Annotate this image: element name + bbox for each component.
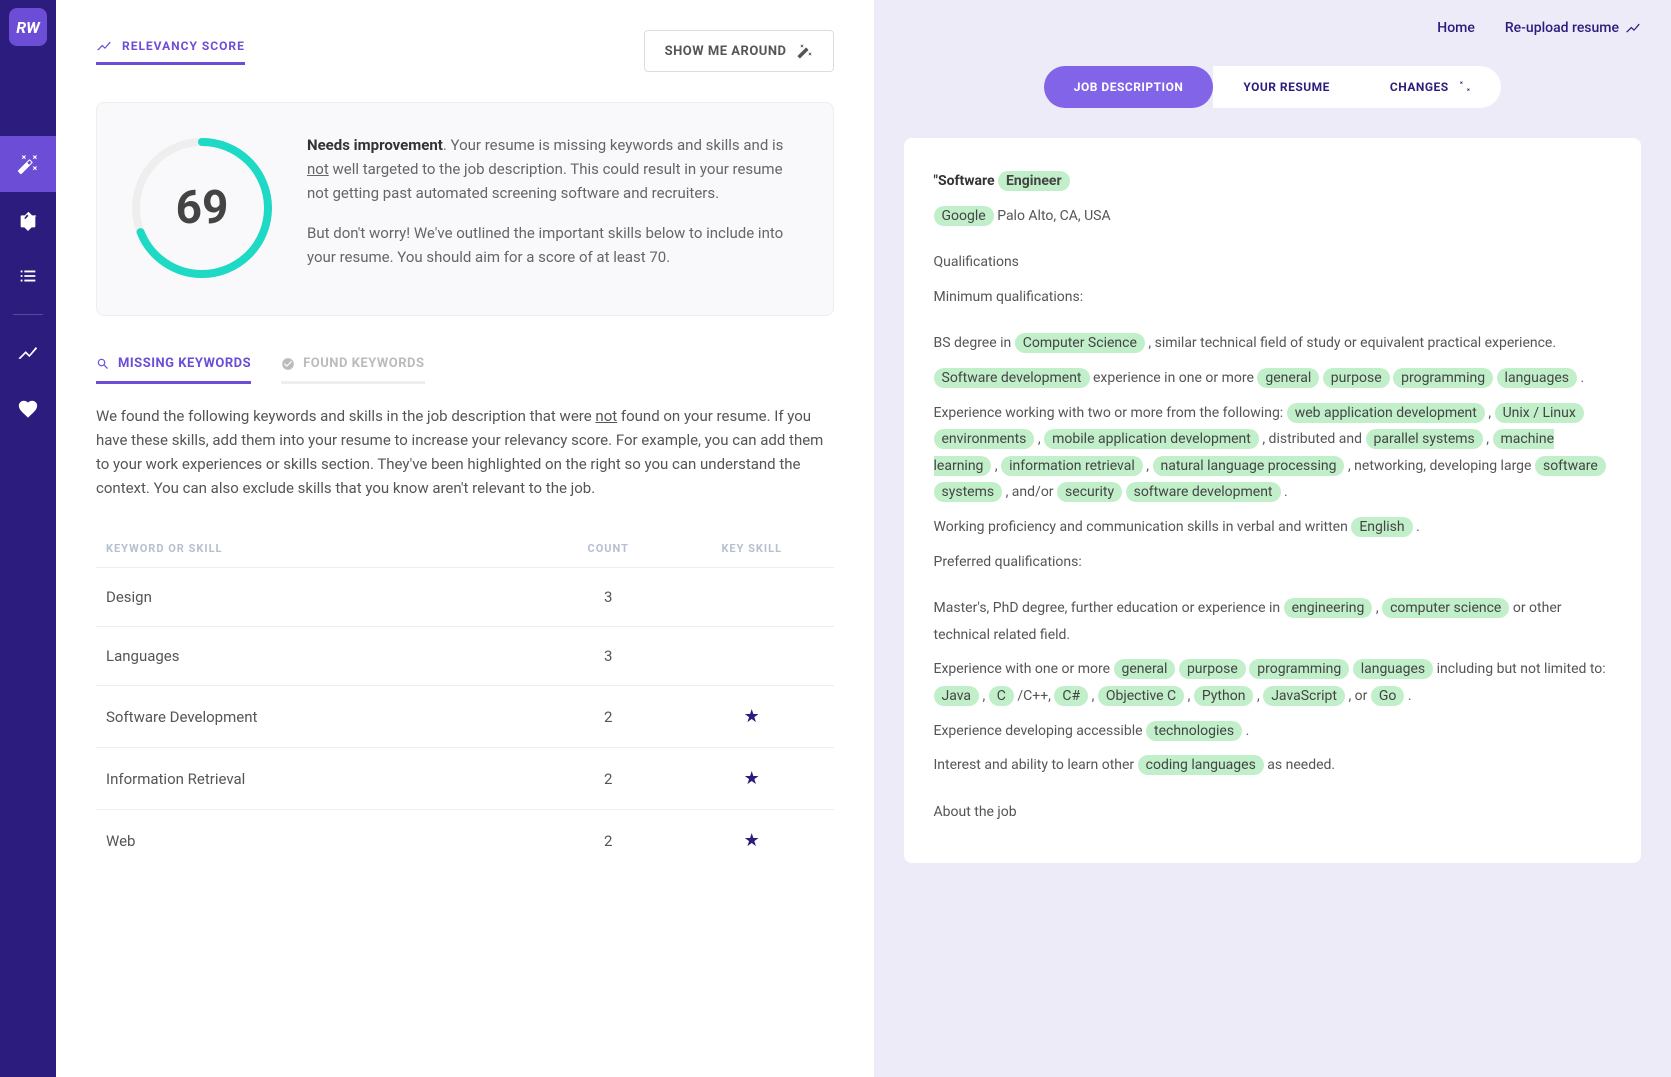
table-row[interactable]: Design3 [96,567,834,626]
reupload-link[interactable]: Re-upload resume [1505,20,1641,36]
search-icon [96,357,110,371]
show-me-around-button[interactable]: SHOW ME AROUND [644,30,834,72]
keyword-cell: Information Retrieval [106,770,537,788]
chart-up-icon [1625,20,1641,36]
jd-location: Google Palo Alto, CA, USA [934,203,1612,230]
jd-work-line: Experience working with two or more from… [934,400,1612,506]
score-card: 69 Needs improvement. Your resume is mis… [96,102,834,316]
key-skill-cell: ★ [680,830,824,851]
table-row[interactable]: Languages3 [96,626,834,685]
section-title-text: RELEVANCY SCORE [122,39,245,53]
jd-pref-quals-label: Preferred qualifications: [934,549,1612,576]
sidebar-item-handshake[interactable] [0,192,56,248]
sidebar: RW [0,0,56,1077]
pill-tab-jd[interactable]: JOB DESCRIPTION [1044,66,1214,108]
sidebar-item-chart[interactable] [0,325,56,381]
keyword-cell: Web [106,832,537,850]
wand-icon [797,43,813,59]
right-panel: Home Re-upload resume JOB DESCRIPTION YO… [874,0,1671,1077]
chart-icon [17,342,39,364]
pill-tabs: JOB DESCRIPTION YOUR RESUME CHANGES [904,66,1642,108]
left-header: RELEVANCY SCORE SHOW ME AROUND [96,30,834,72]
heart-icon [17,398,39,420]
check-circle-icon [281,357,295,371]
count-cell: 3 [537,588,681,606]
count-cell: 2 [537,770,681,788]
jd-learn-line: Interest and ability to learn other codi… [934,752,1612,779]
wand-icon [17,153,39,175]
header-count: COUNT [537,542,681,555]
jd-masters-line: Master's, PhD degree, further education … [934,595,1612,648]
sidebar-item-wand[interactable] [0,136,56,192]
left-panel: RELEVANCY SCORE SHOW ME AROUND 69 Needs … [56,0,874,1077]
key-skill-cell: ★ [680,768,824,789]
keywords-table: KEYWORD OR SKILL COUNT KEY SKILL Design3… [96,530,834,871]
section-title: RELEVANCY SCORE [96,38,245,65]
header-keyword: KEYWORD OR SKILL [106,542,537,555]
jd-bs-line: BS degree in Computer Science , similar … [934,330,1612,357]
table-row[interactable]: Software Development2 ★ [96,685,834,747]
tab-missing-keywords[interactable]: MISSING KEYWORDS [96,356,251,384]
pill-tab-resume[interactable]: YOUR RESUME [1213,66,1360,108]
star-icon: ★ [744,830,760,851]
home-link[interactable]: Home [1437,20,1475,36]
sidebar-divider [13,314,43,315]
keyword-tabs: MISSING KEYWORDS FOUND KEYWORDS [96,356,834,384]
chart-icon [96,38,112,54]
jd-exp-line: Software development experience in one o… [934,365,1612,392]
job-description-card: "Software Engineer Google Palo Alto, CA,… [904,138,1642,863]
tab-found-keywords[interactable]: FOUND KEYWORDS [281,356,424,384]
star-icon: ★ [744,706,760,727]
count-cell: 3 [537,647,681,665]
jd-min-quals-label: Minimum qualifications: [934,284,1612,311]
right-header: Home Re-upload resume [904,20,1642,36]
count-cell: 2 [537,708,681,726]
jd-lang-line: Experience with one or more general purp… [934,656,1612,709]
key-skill-cell: ★ [680,706,824,727]
count-cell: 2 [537,832,681,850]
keyword-cell: Design [106,588,537,606]
score-description: Needs improvement. Your resume is missin… [307,133,803,285]
keywords-description: We found the following keywords and skil… [96,404,834,500]
list-icon [17,265,39,287]
score-value: 69 [176,181,229,235]
logo[interactable]: RW [9,8,47,46]
jd-tech-line: Experience developing accessible technol… [934,718,1612,745]
table-header: KEYWORD OR SKILL COUNT KEY SKILL [96,530,834,567]
wand-icon [1457,80,1471,94]
keyword-cell: Software Development [106,708,537,726]
pill-tab-changes[interactable]: CHANGES [1360,66,1501,108]
jd-qualifications-label: Qualifications [934,249,1612,276]
jd-title: "Software Engineer [934,168,1612,195]
table-row[interactable]: Information Retrieval2 ★ [96,747,834,809]
keyword-cell: Languages [106,647,537,665]
sidebar-item-list[interactable] [0,248,56,304]
handshake-icon [17,209,39,231]
jd-prof-line: Working proficiency and communication sk… [934,514,1612,541]
sidebar-item-heart[interactable] [0,381,56,437]
table-row[interactable]: Web2 ★ [96,809,834,871]
header-key-skill: KEY SKILL [680,542,824,555]
jd-about-label: About the job [934,799,1612,826]
score-ring: 69 [127,133,277,283]
star-icon: ★ [744,768,760,789]
